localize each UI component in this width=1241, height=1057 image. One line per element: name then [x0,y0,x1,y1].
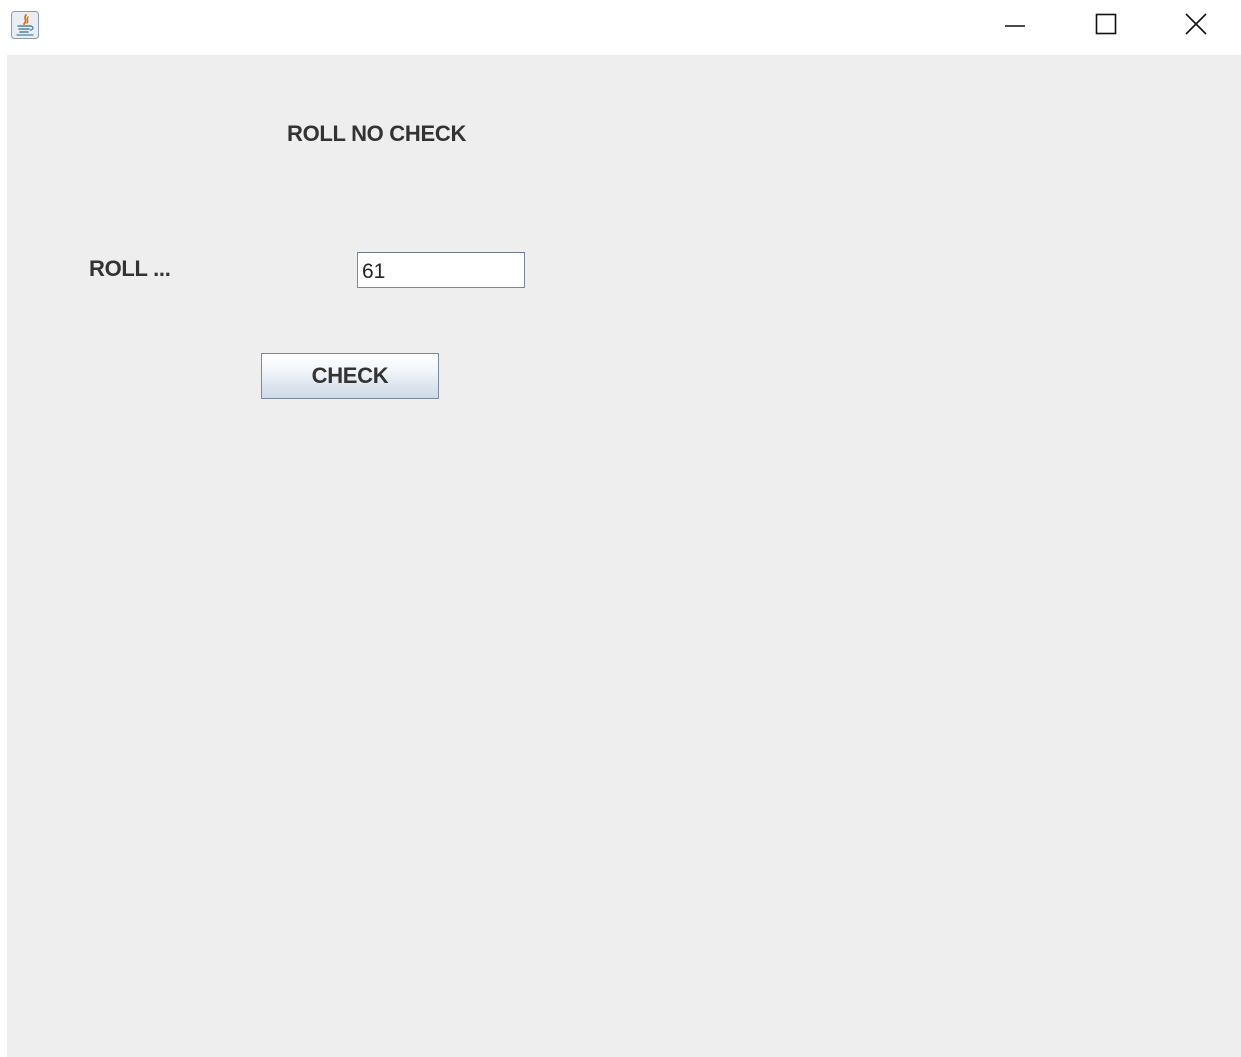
minimize-icon [1005,25,1025,27]
page-title: ROLL NO CHECK [287,121,467,146]
maximize-button[interactable] [1061,0,1151,48]
minimize-button[interactable] [970,0,1060,48]
roll-number-label: ROLL ... [89,256,171,281]
check-button[interactable]: CHECK [261,353,439,399]
content-panel: ROLL NO CHECK ROLL ... CHECK [7,55,1241,1057]
close-icon [1185,13,1207,35]
close-button[interactable] [1151,0,1241,48]
roll-number-input[interactable] [357,252,525,288]
title-bar[interactable] [0,0,1241,55]
maximize-icon [1095,13,1117,35]
app-window: ROLL NO CHECK ROLL ... CHECK [0,0,1241,1057]
java-icon[interactable] [10,10,40,40]
